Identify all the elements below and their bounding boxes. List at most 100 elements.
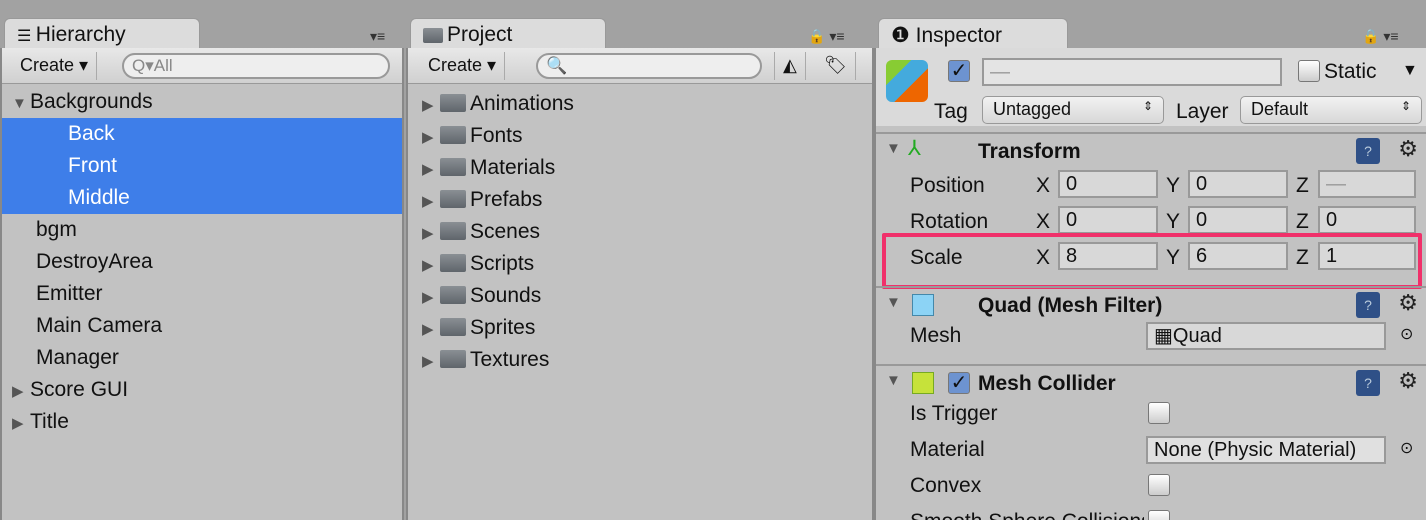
mesh-filter-icon — [912, 294, 934, 316]
hierarchy-panel: Create ▾ Q▾All ▼ Backgrounds Back Front Midd… — [0, 48, 404, 520]
transform-axes-icon: ⅄ — [908, 137, 921, 160]
folder-item[interactable]: ▶ Prefabs — [408, 184, 872, 216]
collapsed-arrow-icon[interactable]: ▶ — [422, 122, 440, 154]
object-picker-icon[interactable]: ⊙ — [1400, 324, 1413, 344]
folder-label: Fonts — [470, 124, 523, 147]
collapsed-arrow-icon[interactable]: ▶ — [422, 218, 440, 250]
position-x-input[interactable]: 0 — [1058, 170, 1158, 198]
folder-label: Scenes — [470, 220, 541, 243]
collapsed-arrow-icon[interactable]: ▶ — [422, 90, 440, 122]
rotation-y-input[interactable]: 0 — [1188, 206, 1288, 234]
lock-menu-icon[interactable]: 🔒 ▾≡ — [808, 28, 845, 45]
mesh-collider-header[interactable]: ▼ ✓ Mesh Collider ? ⚙ — [876, 364, 1426, 400]
gear-icon[interactable]: ⚙ — [1398, 136, 1418, 162]
hierarchy-item[interactable]: bgm — [2, 214, 402, 246]
folder-item[interactable]: ▶ Materials — [408, 152, 872, 184]
position-z-input[interactable]: — — [1318, 170, 1416, 198]
list-icon: ☰ — [17, 28, 36, 45]
gear-icon[interactable]: ⚙ — [1398, 290, 1418, 316]
collider-enabled-checkbox[interactable]: ✓ — [948, 372, 970, 394]
collapsed-arrow-icon[interactable]: ▶ — [422, 250, 440, 282]
smooth-sphere-checkbox[interactable] — [1148, 510, 1170, 520]
rotation-label: Rotation — [910, 210, 989, 233]
lock-menu-icon[interactable]: 🔒 ▾≡ — [1362, 28, 1399, 45]
mesh-field[interactable]: ▦Quad — [1146, 322, 1386, 350]
folder-label: Animations — [470, 92, 574, 115]
material-label: Material — [910, 438, 985, 461]
hierarchy-item[interactable]: ▶ Score GUI — [2, 374, 402, 406]
folder-icon — [440, 222, 466, 240]
hierarchy-item[interactable]: Middle — [2, 182, 402, 214]
collapsed-arrow-icon[interactable]: ▶ — [12, 408, 30, 440]
axis-label: Y — [1166, 174, 1181, 197]
foldout-icon[interactable]: ▼ — [886, 294, 901, 311]
folder-icon — [423, 28, 443, 43]
create-button[interactable]: Create ▾ — [420, 52, 506, 80]
collapsed-arrow-icon[interactable]: ▶ — [422, 154, 440, 186]
position-y-input[interactable]: 0 — [1188, 170, 1288, 198]
tab-hierarchy[interactable]: ☰ Hierarchy — [4, 18, 200, 50]
object-picker-icon[interactable]: ⊙ — [1400, 438, 1413, 458]
search-input[interactable]: 🔍 — [536, 53, 762, 79]
folder-icon — [440, 286, 466, 304]
hierarchy-item[interactable]: Back — [2, 118, 402, 150]
transform-header[interactable]: ▼ ⅄ Transform ? ⚙ — [876, 132, 1426, 168]
folder-item[interactable]: ▶ Textures — [408, 344, 872, 376]
foldout-icon[interactable]: ▼ — [886, 372, 901, 389]
project-panel: Create ▾ 🔍 ◭ 🏷 ▶ Animations ▶ Fonts ▶ Materia… — [406, 48, 874, 520]
tab-project[interactable]: Project — [410, 18, 606, 50]
help-icon[interactable]: ? — [1356, 292, 1380, 318]
tag-dropdown[interactable]: Untagged ⇕ — [982, 96, 1164, 124]
collapsed-arrow-icon[interactable]: ▶ — [12, 376, 30, 408]
hierarchy-item[interactable]: Front — [2, 150, 402, 182]
hierarchy-item[interactable]: Main Camera — [2, 310, 402, 342]
help-icon[interactable]: ? — [1356, 370, 1380, 396]
item-label: Manager — [36, 346, 119, 369]
search-input[interactable]: Q▾All — [122, 53, 390, 79]
help-icon[interactable]: ? — [1356, 138, 1380, 164]
component-title: Transform — [978, 140, 1081, 163]
collapsed-arrow-icon[interactable]: ▶ — [422, 282, 440, 314]
folder-item[interactable]: ▶ Sounds — [408, 280, 872, 312]
folder-item[interactable]: ▶ Scenes — [408, 216, 872, 248]
collapsed-arrow-icon[interactable]: ▶ — [422, 346, 440, 378]
collapsed-arrow-icon[interactable]: ▶ — [422, 186, 440, 218]
collapsed-arrow-icon[interactable]: ▶ — [422, 314, 440, 346]
folder-icon — [440, 94, 466, 112]
create-button[interactable]: Create ▾ — [12, 52, 98, 80]
hierarchy-item[interactable]: DestroyArea — [2, 246, 402, 278]
material-field[interactable]: None (Physic Material) — [1146, 436, 1386, 464]
mesh-filter-header[interactable]: ▼ Quad (Mesh Filter) ? ⚙ — [876, 286, 1426, 322]
foldout-icon[interactable]: ▼ — [886, 140, 901, 157]
hierarchy-item[interactable]: Manager — [2, 342, 402, 374]
name-input[interactable]: — — [982, 58, 1282, 86]
tab-inspector[interactable]: ❶ Inspector — [878, 18, 1068, 50]
hierarchy-item[interactable]: Emitter — [2, 278, 402, 310]
active-checkbox[interactable]: ✓ — [948, 60, 970, 82]
gear-icon[interactable]: ⚙ — [1398, 368, 1418, 394]
folder-item[interactable]: ▶ Scripts — [408, 248, 872, 280]
hierarchy-item[interactable]: ▶ Title — [2, 406, 402, 438]
filter-label-icon[interactable]: 🏷 — [816, 52, 856, 80]
component-title: Mesh Collider — [978, 372, 1116, 395]
filter-type-icon[interactable]: ◭ — [774, 52, 806, 80]
convex-checkbox[interactable] — [1148, 474, 1170, 496]
item-label: Backgrounds — [30, 90, 153, 113]
mesh-collider-icon — [912, 372, 934, 394]
rotation-x-input[interactable]: 0 — [1058, 206, 1158, 234]
is-trigger-checkbox[interactable] — [1148, 402, 1170, 424]
expanded-arrow-icon[interactable]: ▼ — [12, 88, 30, 120]
static-checkbox[interactable] — [1298, 60, 1320, 82]
layer-dropdown[interactable]: Default ⇕ — [1240, 96, 1422, 124]
hierarchy-item[interactable]: ▼ Backgrounds — [2, 86, 402, 118]
folder-item[interactable]: ▶ Animations — [408, 88, 872, 120]
item-label: DestroyArea — [36, 250, 153, 273]
rotation-z-input[interactable]: 0 — [1318, 206, 1416, 234]
static-dropdown-icon[interactable]: ▼ — [1402, 62, 1418, 80]
folder-item[interactable]: ▶ Fonts — [408, 120, 872, 152]
folder-item[interactable]: ▶ Sprites — [408, 312, 872, 344]
folder-icon — [440, 158, 466, 176]
folder-icon — [440, 126, 466, 144]
item-label: bgm — [36, 218, 77, 241]
panel-menu-icon[interactable]: ▾≡ — [370, 28, 385, 45]
